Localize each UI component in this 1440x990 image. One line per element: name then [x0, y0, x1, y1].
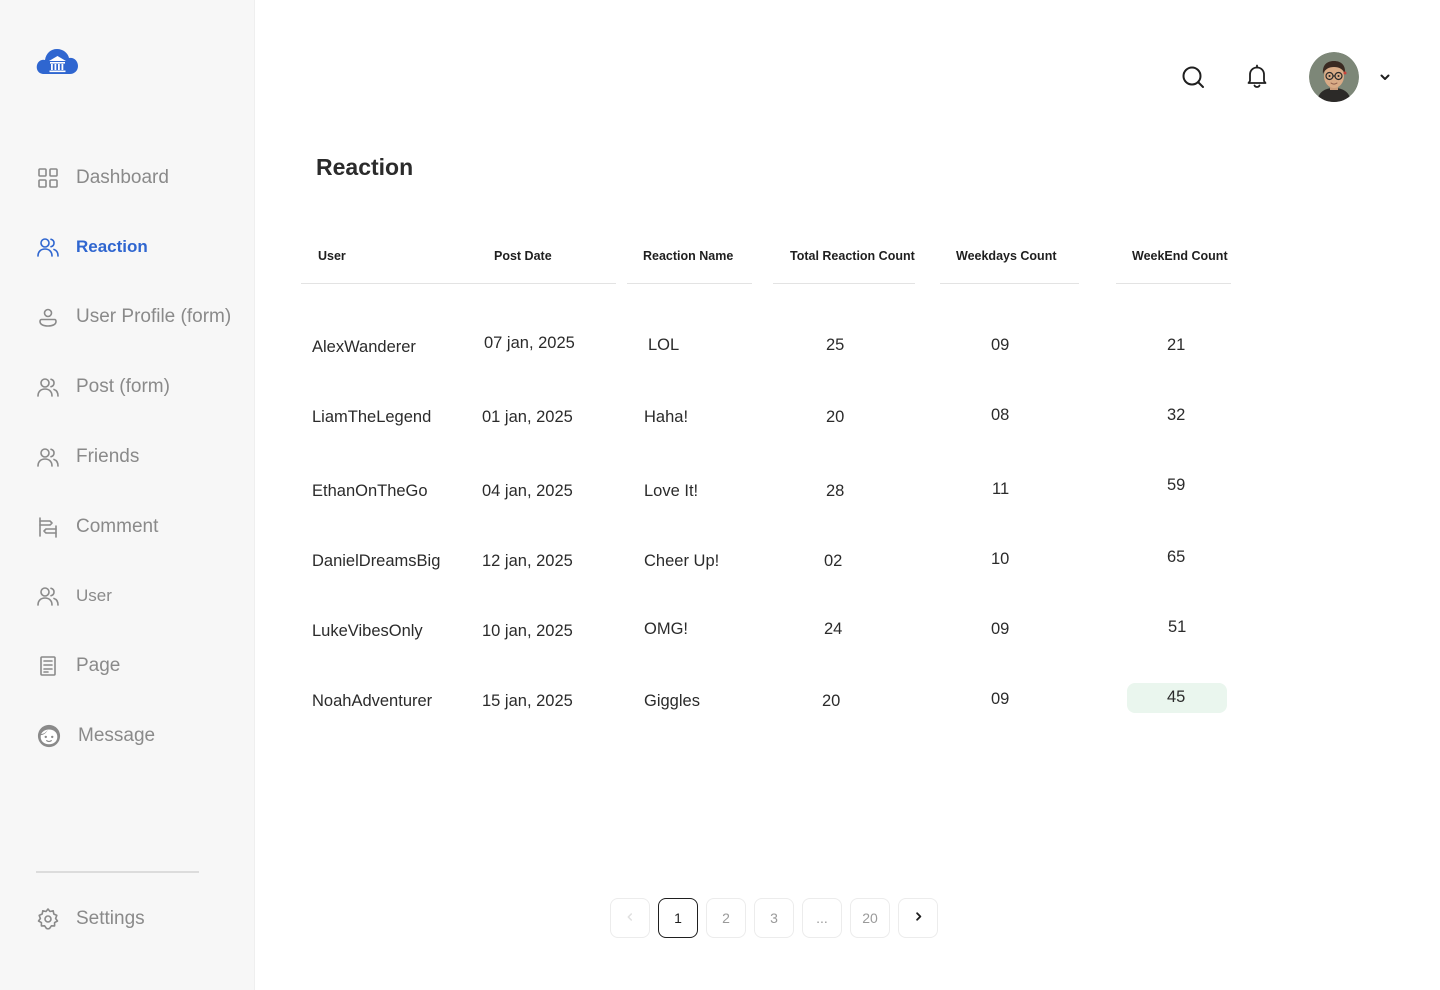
table-cell-user: DanielDreamsBig — [312, 552, 441, 570]
table-cell-post-date: 07 jan, 2025 — [484, 334, 575, 352]
pagination-page-20[interactable]: 20 — [850, 898, 890, 938]
column-header-weekdays-count[interactable]: Weekdays Count — [956, 249, 1057, 263]
table-cell-reaction-name: LOL — [648, 336, 680, 354]
table-cell-reaction-name: Love It! — [644, 482, 699, 500]
users-icon — [36, 235, 60, 259]
table-cell-reaction-name: Haha! — [644, 408, 689, 426]
header-divider — [301, 283, 616, 284]
search-icon[interactable] — [1180, 64, 1206, 90]
table-cell-weekend-count: 32 — [1167, 406, 1186, 424]
header-divider — [1116, 283, 1231, 284]
table-cell-weekdays-count: 09 — [991, 620, 1010, 638]
table-cell-total-count: 25 — [826, 336, 845, 354]
sidebar-item-page[interactable]: Page — [36, 651, 120, 681]
pagination-ellipsis: ... — [802, 898, 842, 938]
sidebar: Dashboard Reaction User Profile (form) P… — [0, 0, 255, 990]
table-cell-weekdays-count: 08 — [991, 406, 1010, 424]
chevron-right-icon — [912, 910, 925, 926]
sidebar-item-label: Comment — [76, 516, 159, 537]
table-cell-weekend-count: 65 — [1167, 548, 1186, 566]
sidebar-item-label: Dashboard — [76, 167, 169, 188]
sidebar-item-reaction[interactable]: Reaction — [36, 232, 148, 262]
pagination-page-2[interactable]: 2 — [706, 898, 746, 938]
pagination-next-button[interactable] — [898, 898, 938, 938]
sidebar-divider — [36, 871, 199, 873]
table-cell-weekend-count: 59 — [1167, 476, 1186, 494]
user-avatar[interactable] — [1309, 52, 1359, 102]
column-header-weekend-count[interactable]: WeekEnd Count — [1132, 249, 1228, 263]
gear-icon — [36, 907, 60, 931]
table-cell-post-date: 12 jan, 2025 — [482, 552, 573, 570]
table-cell-reaction-name: Giggles — [644, 692, 700, 710]
table-cell-post-date: 10 jan, 2025 — [482, 622, 573, 640]
table-cell-user: LukeVibesOnly — [312, 622, 423, 640]
sidebar-item-settings[interactable]: Settings — [36, 904, 145, 934]
column-header-reaction-name[interactable]: Reaction Name — [643, 249, 733, 263]
bell-icon[interactable] — [1244, 63, 1270, 89]
column-header-user[interactable]: User — [318, 249, 346, 263]
sidebar-item-user[interactable]: User — [36, 581, 112, 611]
table-cell-weekend-count: 21 — [1167, 336, 1186, 354]
grid-icon — [36, 166, 60, 190]
pagination-page-3[interactable]: 3 — [754, 898, 794, 938]
logo-cloud-bank-icon[interactable] — [36, 44, 79, 78]
table-cell-user: LiamTheLegend — [312, 408, 432, 426]
table-cell-reaction-name: OMG! — [644, 620, 688, 638]
table-cell-total-count: 24 — [824, 620, 843, 638]
table-cell-total-count: 20 — [826, 408, 845, 426]
pagination-page-1[interactable]: 1 — [658, 898, 698, 938]
sidebar-item-label: Post (form) — [76, 376, 170, 397]
table-cell-weekdays-count: 09 — [991, 336, 1010, 354]
sidebar-item-label: User — [76, 586, 112, 605]
comment-icon — [36, 515, 60, 539]
chevron-down-icon[interactable] — [1378, 70, 1392, 84]
chevron-left-icon — [624, 910, 636, 926]
table-cell-user: NoahAdventurer — [312, 692, 433, 710]
table-cell-weekdays-count: 10 — [991, 550, 1010, 568]
sidebar-item-dashboard[interactable]: Dashboard — [36, 163, 169, 193]
users-icon — [36, 584, 60, 608]
pagination-prev-button[interactable] — [610, 898, 650, 938]
column-header-total-reaction-count[interactable]: Total Reaction Count — [790, 249, 915, 263]
table-cell-weekend-count: 51 — [1168, 618, 1187, 636]
sidebar-item-comment[interactable]: Comment — [36, 512, 158, 542]
table-cell-reaction-name: Cheer Up! — [644, 552, 720, 570]
table-cell-post-date: 04 jan, 2025 — [482, 482, 573, 500]
sidebar-item-message[interactable]: Message — [36, 721, 155, 751]
table-cell-weekdays-count: 11 — [992, 480, 1010, 498]
sidebar-item-label: Friends — [76, 446, 140, 467]
table-cell-weekdays-count: 09 — [991, 690, 1010, 708]
sidebar-item-label: Page — [76, 655, 121, 676]
table-cell-user: EthanOnTheGo — [312, 482, 428, 500]
table-cell-total-count: 02 — [824, 552, 843, 570]
table-cell-post-date: 15 jan, 2025 — [482, 692, 573, 710]
sidebar-item-label: Message — [78, 725, 156, 746]
header-divider — [627, 283, 752, 284]
page-icon — [36, 654, 60, 678]
column-header-post-date[interactable]: Post Date — [494, 249, 552, 263]
sidebar-item-post-form[interactable]: Post (form) — [36, 372, 170, 402]
table-cell-total-count: 20 — [822, 692, 841, 710]
page-title: Reaction — [316, 154, 414, 180]
sidebar-item-label: Reaction — [76, 237, 148, 256]
users-icon — [36, 375, 60, 399]
sidebar-item-friends[interactable]: Friends — [36, 442, 139, 472]
table-cell-total-count: 28 — [826, 482, 845, 500]
users-icon — [36, 445, 60, 469]
settings-label: Settings — [76, 908, 145, 929]
face-icon — [36, 723, 62, 749]
sidebar-item-label: User Profile (form) — [76, 306, 232, 327]
header-divider — [773, 283, 915, 284]
table-cell-weekend-count: 45 — [1167, 688, 1186, 706]
table-cell-post-date: 01 jan, 2025 — [482, 408, 573, 426]
sidebar-item-user-profile-form[interactable]: User Profile (form) — [36, 302, 231, 332]
table-cell-user: AlexWanderer — [312, 338, 416, 356]
header-divider — [940, 283, 1079, 284]
user-icon — [36, 305, 60, 329]
